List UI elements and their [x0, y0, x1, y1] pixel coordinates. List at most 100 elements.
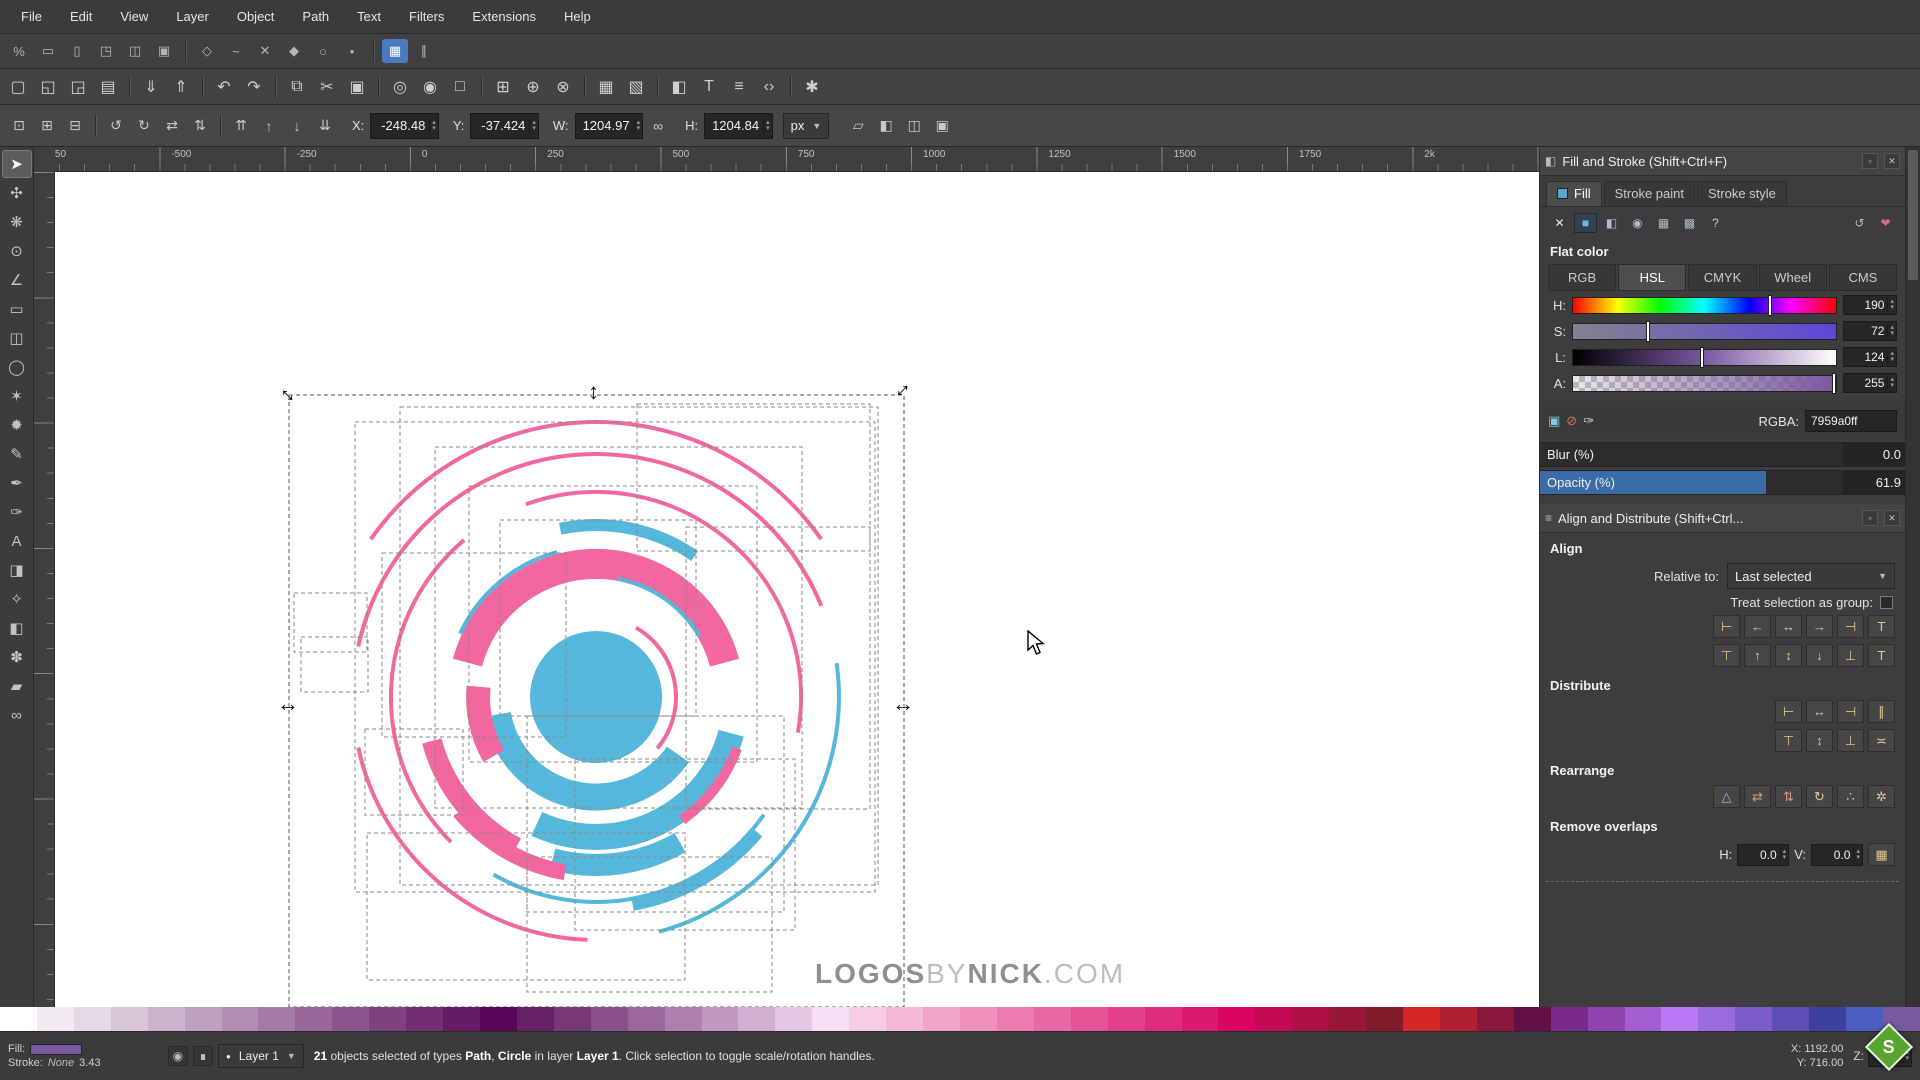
group-button[interactable]: ▦ [592, 73, 620, 101]
flip-horizontal-button[interactable]: ⇄ [159, 113, 185, 139]
fill-stroke-dialog-button[interactable]: ◧ [665, 73, 693, 101]
palette-swatch[interactable] [1661, 1007, 1699, 1031]
saturation-slider-marker[interactable] [1647, 321, 1650, 341]
align-left-to-right-edge-button[interactable]: ⊣ [1837, 615, 1864, 638]
horizontal-ruler[interactable]: -750 -500 -250 0 250 500 750 1000 1250 1500 1750 2k [34, 147, 1539, 172]
distribute-bottom-edges-button[interactable]: ⊥ [1837, 729, 1864, 752]
snap-grid-button[interactable]: ▦ [382, 39, 408, 63]
scale-handle-top-center[interactable]: ↔ [585, 382, 610, 404]
y-field[interactable]: -37.424 ▴ ▾ [470, 112, 539, 139]
align-right-edges-button[interactable]: → [1806, 615, 1833, 638]
w-field-spinner[interactable]: ▴ ▾ [633, 118, 643, 133]
palette-swatch[interactable] [295, 1007, 333, 1031]
favorites-button[interactable]: ❤ [1874, 213, 1897, 233]
palette-swatch[interactable] [1033, 1007, 1071, 1031]
canvas[interactable]: ↔ ↔ ↔ ↔ ↔ LOGOSBYNICK.COM [55, 172, 1539, 1007]
palette-swatch[interactable] [1513, 1007, 1551, 1031]
palette-swatch[interactable] [516, 1007, 554, 1031]
rgba-input[interactable]: 7959a0ff [1805, 410, 1897, 432]
saturation-value-field[interactable]: 72 ▴ ▾ [1843, 321, 1897, 341]
distribute-right-edges-button[interactable]: ⊣ [1837, 700, 1864, 723]
vertical-ruler[interactable] [34, 172, 55, 1007]
distribute-top-edges-button[interactable]: ⊤ [1775, 729, 1802, 752]
box3d-tool[interactable]: ◫ [2, 324, 32, 352]
palette-swatch[interactable] [0, 1007, 37, 1031]
unknown-paint-button[interactable]: ? [1704, 213, 1727, 233]
menu-extensions[interactable]: Extensions [459, 4, 549, 29]
remove-h-value[interactable]: 0.0 [1738, 848, 1779, 862]
h-field[interactable]: 1204.84 ▴ ▾ [704, 112, 773, 139]
remove-v-value[interactable]: 0.0 [1812, 848, 1853, 862]
palette-swatch[interactable] [1772, 1007, 1810, 1031]
eraser-tool[interactable]: ▰ [2, 672, 32, 700]
selector-tool[interactable]: ➤ [1, 150, 32, 178]
rotate-90-ccw-button[interactable]: ↺ [103, 113, 129, 139]
align-dialog-button[interactable]: ≡ [725, 73, 753, 101]
palette-swatch[interactable] [775, 1007, 813, 1031]
palette-swatch[interactable] [812, 1007, 850, 1031]
palette-swatch[interactable] [590, 1007, 628, 1031]
opacity-value[interactable]: 61.9 [1843, 471, 1905, 494]
raise-button[interactable]: ↑ [256, 113, 282, 139]
node-tool[interactable]: ✣ [2, 179, 32, 207]
saturation-spinner[interactable]: ▴ ▾ [1887, 324, 1896, 338]
palette-swatch[interactable] [738, 1007, 776, 1031]
saturation-value[interactable]: 72 [1844, 324, 1887, 338]
gradient-tool[interactable]: ◨ [2, 556, 32, 584]
snap-nodes-button[interactable]: ◇ [194, 39, 220, 63]
palette-swatch[interactable] [664, 1007, 702, 1031]
remove-h-field[interactable]: 0.0 ▴ ▾ [1737, 843, 1790, 866]
fill-stroke-indicator[interactable]: Fill: Stroke: None 3.43 [8, 1043, 158, 1069]
duplicate-button[interactable]: ⊞ [489, 73, 517, 101]
flat-color-button[interactable]: ■ [1574, 213, 1597, 233]
distribute-centers-vertically-button[interactable]: ↕ [1806, 729, 1833, 752]
palette-swatch[interactable] [1292, 1007, 1330, 1031]
randomize-positions-button[interactable]: ∴ [1837, 785, 1864, 808]
move-clips-toggle[interactable]: ◫ [901, 113, 927, 139]
lightness-value-field[interactable]: 124 ▴ ▾ [1843, 347, 1897, 367]
new-document-button[interactable]: ▢ [4, 73, 32, 101]
exchange-z-order-button[interactable]: ⇅ [1775, 785, 1802, 808]
tab-stroke-style[interactable]: Stroke style [1696, 181, 1787, 206]
relative-to-dropdown[interactable]: Last selected ▼ [1727, 563, 1895, 589]
palette-swatch[interactable] [923, 1007, 960, 1031]
align-top-to-bottom-edge-button[interactable]: ⊥ [1837, 644, 1864, 667]
layer-lock-icon[interactable]: ∎ [193, 1046, 213, 1066]
alpha-value[interactable]: 255 [1844, 376, 1887, 390]
ellipse-tool[interactable]: ◯ [2, 353, 32, 381]
move-gradients-toggle[interactable]: ◧ [873, 113, 899, 139]
palette-swatch[interactable] [1255, 1007, 1293, 1031]
palette-swatch[interactable] [553, 1007, 591, 1031]
undo-button[interactable]: ↶ [210, 73, 238, 101]
copy-button[interactable]: ⧉ [283, 73, 311, 101]
tweak-tool[interactable]: ❋ [2, 208, 32, 236]
hue-spinner[interactable]: ▴ ▾ [1887, 298, 1896, 312]
snap-smooth-nodes-button[interactable]: ○ [310, 39, 336, 63]
snap-cusp-nodes-button[interactable]: ◆ [281, 39, 307, 63]
palette-swatch[interactable] [959, 1007, 997, 1031]
remove-h-spinner[interactable]: ▴ ▾ [1779, 847, 1789, 862]
treat-as-group-checkbox[interactable] [1880, 596, 1893, 609]
unlink-clone-button[interactable]: ⊗ [549, 73, 577, 101]
lightness-slider-marker[interactable] [1700, 347, 1703, 367]
menu-view[interactable]: View [107, 4, 161, 29]
h-field-spinner[interactable]: ▴ ▾ [763, 118, 772, 133]
palette-swatch[interactable] [369, 1007, 407, 1031]
palette-swatch[interactable] [1439, 1007, 1477, 1031]
flip-vertical-button[interactable]: ⇅ [187, 113, 213, 139]
alpha-slider[interactable] [1572, 373, 1837, 393]
color-managed-icon[interactable]: ▣ [1548, 413, 1560, 429]
layer-visibility-icon[interactable]: ◉ [168, 1046, 188, 1066]
w-field[interactable]: 1204.97 ▴ ▾ [574, 112, 644, 139]
remove-v-spinner[interactable]: ▴ ▾ [1853, 847, 1862, 862]
snap-intersections-button[interactable]: ✕ [252, 39, 278, 63]
lightness-value[interactable]: 124 [1844, 350, 1887, 364]
measure-tool[interactable]: ∠ [2, 266, 32, 294]
scale-handle-middle-right[interactable]: ↔ [892, 693, 914, 715]
out-of-gamut-icon[interactable]: ⊘ [1566, 413, 1577, 429]
paste-button[interactable]: ▣ [343, 73, 371, 101]
palette-swatch[interactable] [1550, 1007, 1588, 1031]
align-text-vertical-button[interactable]: T [1868, 644, 1895, 667]
radial-gradient-button[interactable]: ◉ [1626, 213, 1649, 233]
saturation-slider[interactable] [1572, 321, 1837, 341]
